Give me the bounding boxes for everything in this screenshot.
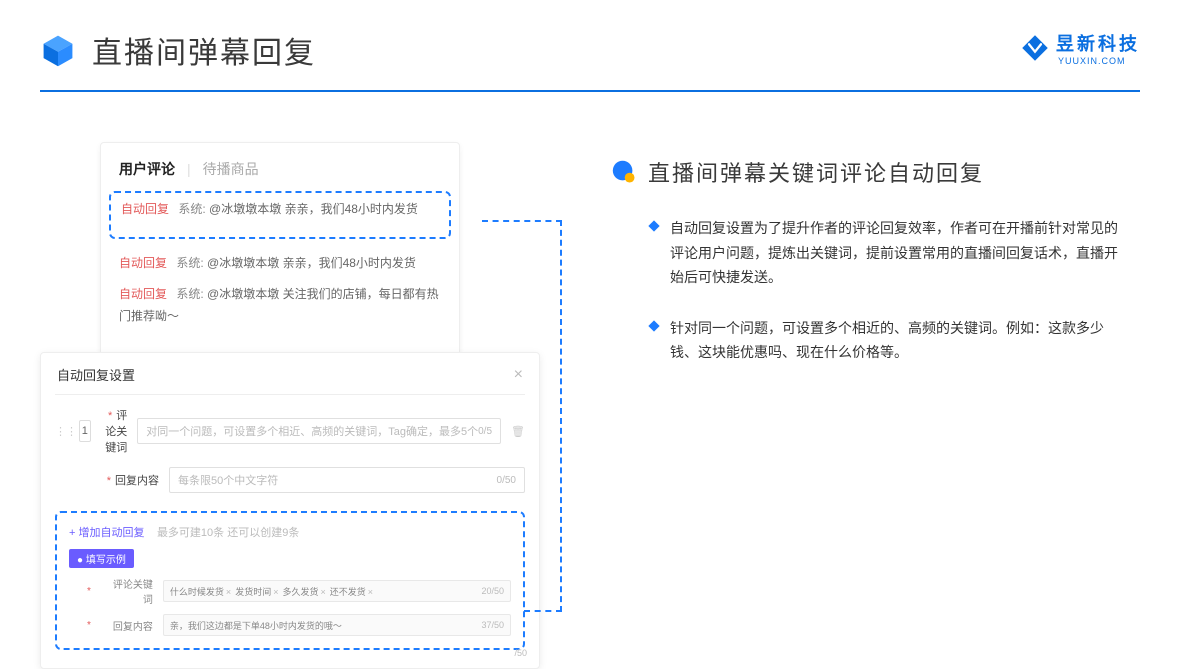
comment-card: 用户评论 | 待播商品 自动回复 系统: @冰墩墩本墩 亲亲，我们48小时内发货… bbox=[100, 142, 460, 368]
ex-reply-label: 回复内容 bbox=[105, 618, 153, 633]
explanation-column: 直播间弹幕关键词评论自动回复 自动回复设置为了提升作者的评论回复效率，作者可在开… bbox=[610, 142, 1140, 391]
char-count: 37/50 bbox=[481, 620, 504, 630]
system-label: 系统: bbox=[178, 202, 205, 216]
keyword-tag[interactable]: 发货时间 bbox=[235, 585, 278, 598]
quota-hint: 最多可建10条 还可以创建9条 bbox=[157, 527, 299, 539]
content-area: 用户评论 | 待播商品 自动回复 系统: @冰墩墩本墩 亲亲，我们48小时内发货… bbox=[0, 92, 1180, 391]
section-title: 直播间弹幕关键词评论自动回复 bbox=[648, 156, 984, 188]
highlighted-comment: 自动回复 系统: @冰墩墩本墩 亲亲，我们48小时内发货 bbox=[109, 191, 451, 239]
tab-user-comments[interactable]: 用户评论 bbox=[119, 159, 175, 179]
char-count: 0/50 bbox=[497, 475, 516, 486]
comment-tabs: 用户评论 | 待播商品 bbox=[119, 159, 441, 179]
placeholder-text: 对同一个问题，可设置多个相近、高频的关键词，Tag确定，最多5个 bbox=[146, 423, 478, 439]
diamond-bullet-icon bbox=[648, 320, 659, 331]
tab-separator: | bbox=[187, 161, 191, 177]
connector-line bbox=[560, 220, 562, 612]
required-dot: * bbox=[87, 620, 91, 631]
auto-reply-tag: 自动回复 bbox=[119, 256, 167, 270]
close-icon[interactable]: × bbox=[514, 366, 523, 384]
brand-logo-icon bbox=[1020, 33, 1050, 63]
example-section: + 增加自动回复 最多可建10条 还可以创建9条 ● 填写示例 * 评论关键词 … bbox=[55, 511, 525, 650]
char-count: /50 bbox=[514, 648, 527, 658]
example-keyword-input[interactable]: 什么时候发货 发货时间 多久发货 还不发货 20/50 bbox=[163, 580, 511, 602]
keyword-tag[interactable]: 多久发货 bbox=[282, 585, 325, 598]
placeholder-text: 每条限50个中文字符 bbox=[178, 472, 497, 488]
example-reply-row: * 回复内容 亲，我们这边都是下单48小时内发货的哦～ 37/50 bbox=[69, 614, 511, 636]
required-dot: * bbox=[87, 586, 91, 597]
brand-block: 昱新科技 YUUXIN.COM bbox=[1020, 30, 1140, 66]
keyword-input[interactable]: 对同一个问题，可设置多个相近、高频的关键词，Tag确定，最多5个 0/5 bbox=[137, 418, 501, 444]
char-count: 20/50 bbox=[481, 586, 504, 596]
char-count: 0/5 bbox=[478, 426, 492, 437]
add-auto-reply-link[interactable]: + 增加自动回复 bbox=[69, 527, 144, 539]
trash-icon[interactable]: 🗑 bbox=[511, 425, 525, 438]
reply-row: *回复内容 每条限50个中文字符 0/50 bbox=[55, 467, 525, 493]
mention-user: @冰墩墩本墩 bbox=[209, 202, 281, 216]
keyword-row: ⋮⋮ 1 *评论关键词 对同一个问题，可设置多个相近、高频的关键词，Tag确定，… bbox=[55, 407, 525, 455]
settings-title: 自动回复设置 bbox=[57, 365, 135, 384]
bullet-item: 针对同一个问题，可设置多个相近的、高频的关键词。例如：这款多少钱、这块能优惠吗、… bbox=[650, 316, 1120, 365]
chat-bubble-icon bbox=[610, 158, 638, 186]
connector-line bbox=[482, 220, 562, 222]
system-label: 系统: bbox=[176, 256, 203, 270]
mention-user: @冰墩墩本墩 bbox=[207, 287, 279, 301]
page-header: 直播间弹幕回复 昱新科技 YUUXIN.COM bbox=[0, 0, 1180, 90]
comment-text: 亲亲，我们48小时内发货 bbox=[285, 202, 418, 216]
example-keyword-row: * 评论关键词 什么时候发货 发货时间 多久发货 还不发货 20/50 bbox=[69, 576, 511, 606]
screenshot-column: 用户评论 | 待播商品 自动回复 系统: @冰墩墩本墩 亲亲，我们48小时内发货… bbox=[40, 142, 540, 391]
keyword-tag[interactable]: 什么时候发货 bbox=[170, 585, 231, 598]
reply-input[interactable]: 每条限50个中文字符 0/50 bbox=[169, 467, 525, 493]
auto-reply-settings-card: 自动回复设置 × ⋮⋮ 1 *评论关键词 对同一个问题，可设置多个相近、高频的关… bbox=[40, 352, 540, 669]
mention-user: @冰墩墩本墩 bbox=[207, 256, 279, 270]
ex-keyword-label: 评论关键词 bbox=[105, 576, 153, 606]
cube-icon bbox=[40, 32, 76, 68]
settings-header: 自动回复设置 × bbox=[55, 365, 525, 395]
brand-name: 昱新科技 bbox=[1056, 30, 1140, 56]
bullet-item: 自动回复设置为了提升作者的评论回复效率，作者可在开播前针对常见的评论用户问题，提… bbox=[650, 216, 1120, 290]
comment-text: 亲亲，我们48小时内发货 bbox=[283, 256, 416, 270]
auto-reply-tag: 自动回复 bbox=[121, 202, 169, 216]
section-heading-row: 直播间弹幕关键词评论自动回复 bbox=[610, 156, 1140, 188]
keyword-label: *评论关键词 bbox=[101, 407, 128, 455]
tab-pending-goods[interactable]: 待播商品 bbox=[203, 159, 259, 179]
reply-label: *回复内容 bbox=[103, 472, 159, 488]
example-reply-input[interactable]: 亲，我们这边都是下单48小时内发货的哦～ 37/50 bbox=[163, 614, 511, 636]
list-item: 自动回复 系统: @冰墩墩本墩 关注我们的店铺，每日都有热门推荐呦～ bbox=[119, 284, 441, 327]
connector-line bbox=[524, 610, 562, 612]
example-reply-text: 亲，我们这边都是下单48小时内发货的哦～ bbox=[170, 619, 478, 632]
row-index: 1 bbox=[79, 420, 91, 442]
bullet-text: 针对同一个问题，可设置多个相近的、高频的关键词。例如：这款多少钱、这块能优惠吗、… bbox=[670, 316, 1120, 365]
brand-domain: YUUXIN.COM bbox=[1058, 56, 1140, 66]
system-label: 系统: bbox=[176, 287, 203, 301]
page-title: 直播间弹幕回复 bbox=[92, 28, 316, 72]
bullet-text: 自动回复设置为了提升作者的评论回复效率，作者可在开播前针对常见的评论用户问题，提… bbox=[670, 216, 1120, 290]
drag-handle-icon[interactable]: ⋮⋮ bbox=[55, 425, 69, 438]
example-badge: ● 填写示例 bbox=[69, 549, 134, 568]
diamond-bullet-icon bbox=[648, 220, 659, 231]
auto-reply-tag: 自动回复 bbox=[119, 287, 167, 301]
list-item: 自动回复 系统: @冰墩墩本墩 亲亲，我们48小时内发货 bbox=[119, 253, 441, 275]
keyword-tag[interactable]: 还不发货 bbox=[330, 585, 373, 598]
